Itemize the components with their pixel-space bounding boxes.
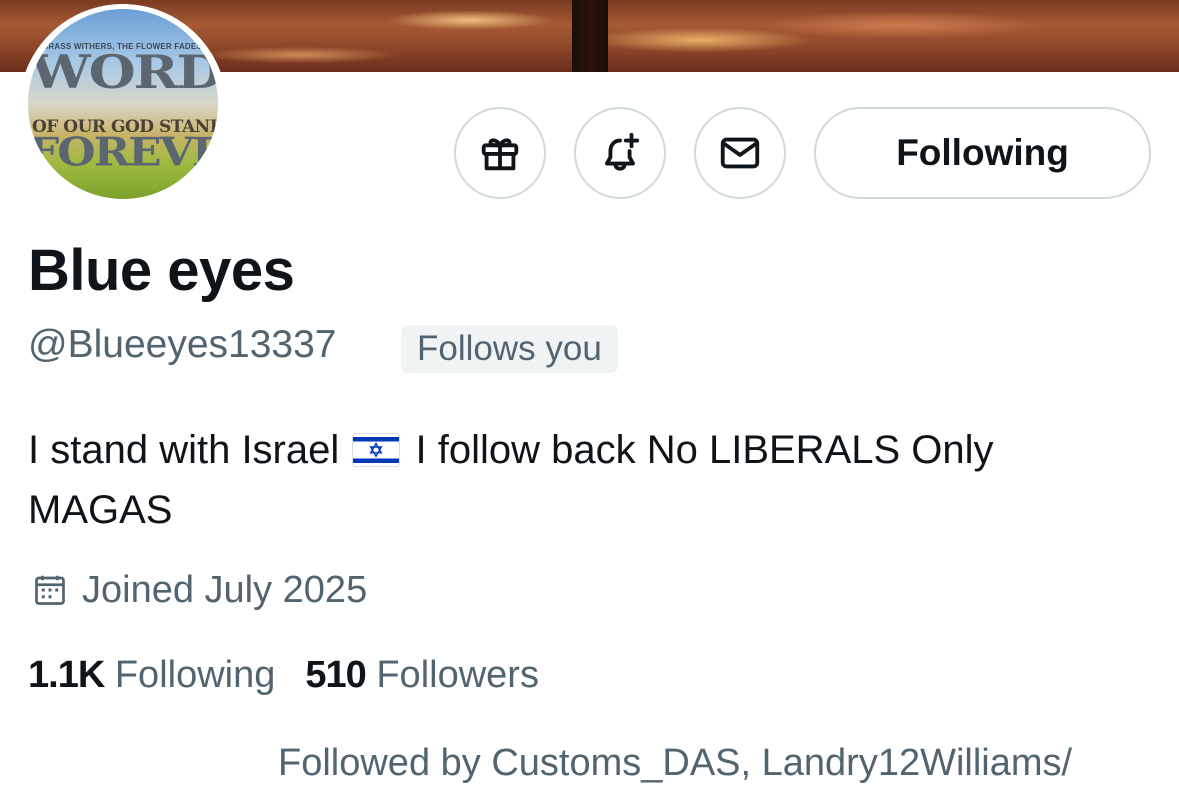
gift-button[interactable] <box>454 107 546 199</box>
following-button[interactable]: Following <box>814 107 1151 199</box>
follow-stats: 1.1K Following 510 Followers <box>28 650 539 700</box>
following-count: 1.1K <box>28 654 105 696</box>
calendar-icon <box>35 575 65 605</box>
joined-date: Joined July 2025 <box>32 565 367 615</box>
bell-plus-icon <box>605 132 640 171</box>
following-label: Following <box>114 654 276 696</box>
followed-by-text[interactable]: Followed by Customs_DAS, Landry12William… <box>278 738 1072 788</box>
display-name: Blue eyes <box>28 238 295 303</box>
message-button[interactable] <box>694 107 786 199</box>
israel-flag-icon <box>352 433 401 467</box>
bio-text-1: I stand with Israel <box>28 428 340 472</box>
followers-label: Followers <box>376 654 539 696</box>
user-handle: @Blueeyes13337 <box>28 323 337 366</box>
following-link[interactable]: 1.1K Following <box>28 654 275 696</box>
avatar[interactable]: GRASS WITHERS, THE FLOWER FADES... WORD … <box>28 9 218 199</box>
joined-text: Joined July 2025 <box>82 569 368 611</box>
envelope-icon <box>720 137 760 169</box>
banner-cross <box>572 0 608 72</box>
follows-you-badge: Follows you <box>401 325 618 373</box>
bio: I stand with Israel I follow back No LIB… <box>28 420 1148 540</box>
followers-link[interactable]: 510 Followers <box>305 654 539 696</box>
avatar-text-forever: FOREVER <box>28 129 218 176</box>
gift-icon <box>481 138 519 171</box>
followers-count: 510 <box>305 654 366 696</box>
avatar-text-word: WORD <box>30 44 218 100</box>
notify-button[interactable] <box>574 107 666 199</box>
